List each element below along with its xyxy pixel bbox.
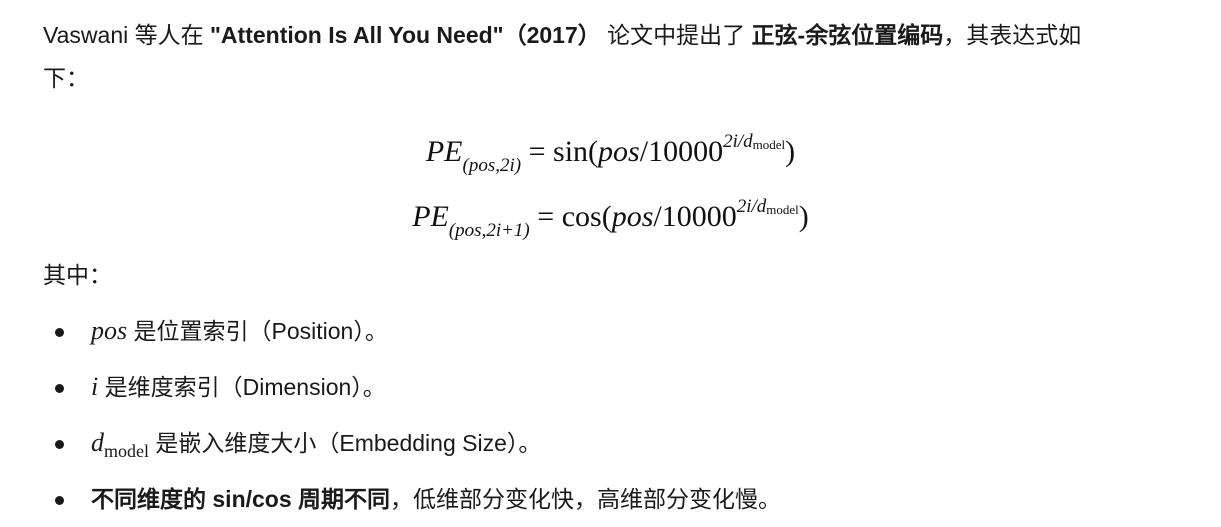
formula-cos-arg: pos — [611, 200, 654, 233]
formula-cos-lhs-sub: (pos,2i+1) — [448, 220, 530, 241]
paper-title: "Attention Is All You Need"（2017） — [210, 22, 601, 48]
formula-cos-base: 10000 — [661, 200, 737, 233]
formula-sin-open: ( — [588, 135, 599, 168]
formula-cos-close: ) — [798, 200, 809, 233]
var-d: d — [91, 428, 104, 457]
intro-line-2: 下： — [43, 63, 89, 93]
formula-cos-exponent-sub: model — [766, 202, 799, 217]
intro-text-4: 下： — [43, 65, 89, 91]
intro-text-1: Vaswani 等人在 — [43, 22, 211, 48]
period-note-text: ，低维部分变化快，高维部分变化慢。 — [390, 486, 782, 512]
formula-cos-eq: = — [537, 200, 555, 233]
var-i-desc: 是维度索引（Dimension）。 — [98, 374, 386, 400]
intro-line-1: Vaswani 等人在 "Attention Is All You Need"（… — [43, 20, 1081, 50]
intro-text-2: 论文中提出了 — [600, 22, 752, 48]
list-item-text: dmodel 是嵌入维度大小（Embedding Size）。 — [91, 428, 541, 466]
formula-sin-base: 10000 — [648, 135, 724, 168]
var-pos: pos — [91, 316, 128, 345]
formula-sin-exponent: 2i/d — [723, 131, 753, 152]
bullet-dot — [55, 384, 64, 393]
formula-sin-eq: = — [528, 135, 546, 168]
list-item-text: i 是维度索引（Dimension）。 — [91, 372, 386, 402]
formula-sin-close: ) — [785, 135, 796, 168]
formula-cos-lhs: PE — [412, 200, 449, 233]
formula-sin-lhs: PE — [425, 135, 463, 168]
formula-sin-lhs-sub: (pos,2i) — [462, 155, 522, 176]
formula-cos-exponent: 2i/d — [736, 196, 767, 217]
formula-sin-slash: / — [639, 135, 649, 168]
formula-cos-func: cos — [561, 200, 602, 233]
formula-sin-exponent-sub: model — [752, 137, 786, 152]
formula-cos-slash: / — [653, 200, 662, 233]
bullet-dot — [55, 440, 64, 449]
bullet-dot — [55, 328, 64, 337]
formula-sin: PE(pos,2i) = sin(pos/100002i/dmodel) — [0, 122, 1221, 186]
bullet-dot — [55, 496, 64, 505]
list-item-text: 不同维度的 sin/cos 周期不同，低维部分变化快，高维部分变化慢。 — [91, 484, 781, 514]
formula-sin-arg: pos — [598, 135, 640, 168]
formula-cos-open: ( — [601, 200, 612, 233]
period-note-bold: 不同维度的 sin/cos 周期不同 — [91, 486, 391, 512]
intro-text-3: ，其表达式如 — [943, 22, 1082, 48]
var-d-desc: 是嵌入维度大小（Embedding Size）。 — [149, 430, 542, 456]
document-body: Vaswani 等人在 "Attention Is All You Need"（… — [0, 0, 1221, 527]
encoding-term: 正弦-余弦位置编码 — [751, 22, 944, 48]
var-d-sub: model — [104, 441, 149, 461]
var-pos-desc: 是位置索引（Position）。 — [127, 318, 388, 344]
formula-sin-func: sin — [553, 135, 589, 168]
where-label: 其中： — [43, 262, 112, 288]
formula-cos: PE(pos,2i+1) = cos(pos/100002i/dmodel) — [0, 187, 1221, 251]
list-item-text: pos 是位置索引（Position）。 — [91, 316, 388, 346]
